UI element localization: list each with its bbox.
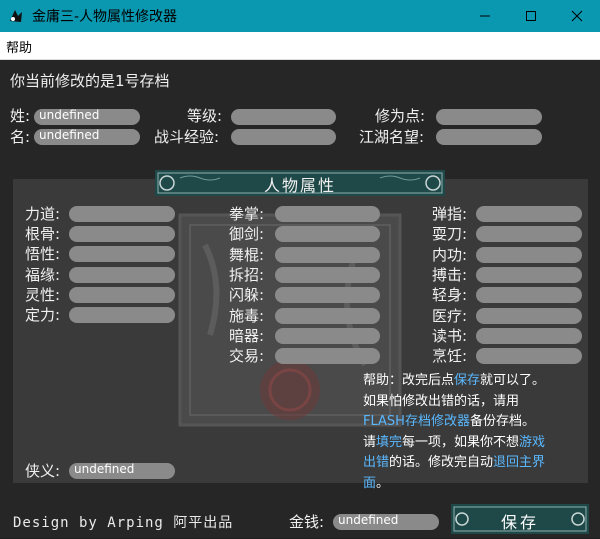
skill-right-label: 内功: — [432, 245, 468, 264]
attribute-field[interactable] — [69, 307, 175, 323]
attribute-field[interactable] — [69, 286, 175, 303]
attribute-label: 福缘: — [25, 265, 61, 284]
skill-mid-label: 施毒: — [229, 306, 265, 325]
reputation-label: 江湖名望: — [359, 128, 425, 146]
skill-right-label: 医疗: — [432, 306, 468, 325]
minimize-button[interactable] — [462, 0, 508, 32]
skill-mid-label: 拆招: — [229, 265, 265, 284]
menu-bar: 帮助 — [0, 32, 600, 60]
help-line1-end: 就可以了。 — [480, 373, 546, 388]
attribute-label: 灵性: — [25, 285, 61, 304]
chivalry-value: undefined — [74, 462, 135, 476]
skill-right-field[interactable] — [476, 348, 582, 365]
skill-right-field[interactable] — [476, 287, 582, 304]
help-error-link: 出错 — [363, 455, 390, 470]
section-title: 人物属性 — [263, 176, 336, 195]
help-line2-text: 如果怕修改出错的话，请用 — [363, 393, 520, 409]
skill-right-label: 耍刀: — [432, 225, 468, 244]
help-line6-end: 。 — [376, 475, 390, 491]
skill-mid-label: 交易: — [229, 347, 265, 366]
skill-right-label: 搏击: — [432, 265, 468, 284]
status-text: 你当前修改的是1号存档 — [10, 72, 170, 90]
cultivation-label: 修为点: — [375, 107, 426, 125]
skill-mid-field[interactable] — [275, 348, 380, 365]
maximize-button[interactable] — [508, 0, 554, 32]
skill-mid-field[interactable] — [275, 226, 380, 243]
help-return-link-end: 面 — [363, 475, 377, 491]
skill-mid-field[interactable] — [275, 266, 380, 283]
skill-right-label: 烹饪: — [432, 347, 468, 366]
close-button[interactable] — [554, 0, 600, 32]
help-flash-link: FLASH存档修改器 — [363, 414, 470, 429]
help-line3-end: 备份存档。 — [469, 414, 535, 429]
save-button-label: 保存 — [500, 513, 539, 532]
close-icon — [571, 10, 583, 22]
skill-mid-label: 舞棍: — [229, 245, 265, 264]
skill-right-field[interactable] — [476, 246, 582, 263]
skill-mid-label: 闪躲: — [229, 286, 265, 305]
help-line5-mid: 的话。修改完自动 — [389, 455, 494, 470]
skill-mid-field[interactable] — [275, 287, 380, 304]
skill-right-field[interactable] — [476, 226, 582, 243]
skill-mid-label: 御剑: — [229, 225, 265, 244]
given-name-value: undefined — [39, 128, 100, 142]
app-icon — [7, 7, 25, 25]
maximize-icon — [526, 11, 536, 21]
skill-right-field[interactable] — [476, 327, 582, 344]
skill-right-field[interactable] — [476, 206, 582, 222]
help-game-link: 游戏 — [519, 434, 546, 450]
credit-text: Design by Arping 阿平出品 — [13, 515, 234, 531]
skill-mid-field[interactable] — [275, 327, 380, 344]
money-value: undefined — [338, 513, 399, 527]
attribute-field[interactable] — [69, 266, 175, 283]
help-line1-text: 帮助：改完后点 — [363, 373, 455, 388]
chivalry-label: 侠义: — [25, 462, 61, 480]
main-area: 你当前修改的是1号存档 姓: undefined 名: undefined 等级… — [0, 60, 600, 538]
window-title: 金庸三-人物属性修改器 — [32, 9, 178, 25]
skill-right-label: 读书: — [432, 326, 468, 345]
reputation-field[interactable] — [436, 129, 542, 145]
surname-value: undefined — [39, 108, 100, 122]
minimize-icon — [480, 15, 490, 17]
money-field[interactable]: undefined — [333, 513, 439, 530]
level-label: 等级: — [187, 107, 223, 125]
save-button[interactable]: 保存 — [451, 503, 589, 535]
attribute-field[interactable] — [69, 206, 175, 222]
skill-right-label: 弹指: — [432, 205, 468, 223]
skill-mid-label: 拳掌: — [229, 205, 265, 223]
combat-exp-field[interactable] — [231, 129, 336, 145]
skill-mid-field[interactable] — [275, 307, 380, 324]
help-return-link: 退回主界 — [493, 455, 546, 470]
skill-right-label: 轻身: — [432, 286, 468, 305]
skill-right-field[interactable] — [476, 266, 582, 283]
given-name-label: 名: — [10, 128, 31, 146]
attribute-label: 根骨: — [25, 225, 61, 244]
surname-label: 姓: — [10, 107, 31, 125]
attribute-label: 悟性: — [25, 245, 61, 264]
skill-mid-field[interactable] — [275, 246, 380, 263]
title-bar: 金庸三-人物属性修改器 — [0, 0, 600, 32]
attribute-label: 定力: — [25, 306, 61, 324]
attribute-field[interactable] — [69, 226, 175, 243]
menu-help[interactable]: 帮助 — [6, 37, 32, 56]
combat-exp-label: 战斗经验: — [154, 128, 220, 146]
help-fill-link: 填完 — [376, 434, 403, 450]
help-text: 帮助：改完后点保存就可以了。 如果怕修改出错的话，请用 FLASH存档修改器备份… — [363, 371, 583, 494]
help-line4-start: 请 — [363, 434, 377, 450]
help-save-link: 保存 — [454, 373, 481, 388]
cultivation-field[interactable] — [436, 109, 542, 125]
skill-right-field[interactable] — [476, 307, 582, 324]
level-field[interactable] — [231, 109, 336, 125]
chivalry-field[interactable]: undefined — [69, 462, 175, 479]
skill-mid-label: 暗器: — [229, 326, 265, 345]
surname-field[interactable]: undefined — [34, 108, 140, 125]
given-name-field[interactable]: undefined — [34, 128, 140, 145]
attribute-label: 力道: — [25, 205, 61, 223]
skill-mid-field[interactable] — [275, 206, 380, 222]
money-label: 金钱: — [289, 513, 325, 531]
help-line4-mid: 每一项，如果你不想 — [402, 434, 520, 450]
attribute-field[interactable] — [69, 246, 175, 263]
